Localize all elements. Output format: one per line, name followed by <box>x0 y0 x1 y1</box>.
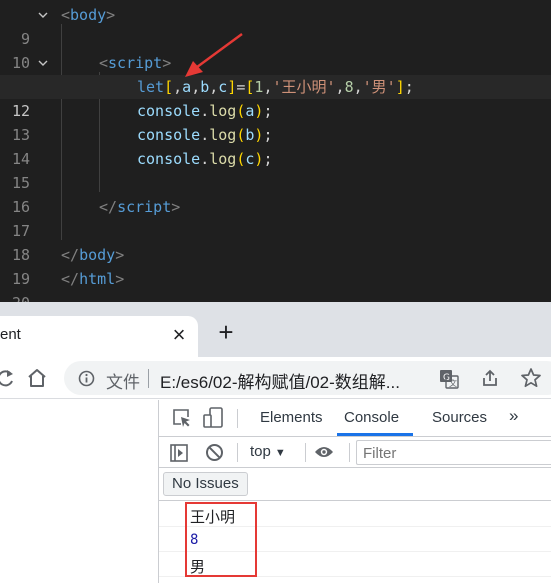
tag-name: html <box>79 270 116 288</box>
tab-sources[interactable]: Sources <box>432 400 487 436</box>
browser-tab[interactable]: ent × <box>0 316 198 357</box>
devtools-tab-bar: Elements Console Sources » <box>159 400 551 437</box>
tab-elements[interactable]: Elements <box>260 400 323 436</box>
tab-title: ent <box>0 326 21 343</box>
context-value: top <box>250 443 271 460</box>
divider <box>305 443 306 462</box>
code-line: 20 </html> <box>0 267 551 302</box>
browser-tab-strip: ent × + <box>0 302 551 357</box>
tag-name: body <box>70 6 107 24</box>
code-line: 16 <box>0 171 551 216</box>
browser-toolbar: 文件 E:/es6/02-解构赋值/02-数组解... G文 <box>0 357 551 399</box>
bookmark-star-icon[interactable] <box>520 367 542 394</box>
issues-bar: No Issues <box>159 468 551 501</box>
context-select[interactable]: top ▼ <box>250 443 286 463</box>
address-bar[interactable]: 文件 E:/es6/02-解构赋值/02-数组解... G文 <box>64 361 551 395</box>
fold-chevron-icon[interactable] <box>38 10 48 19</box>
home-icon[interactable] <box>26 367 48 394</box>
code-editor[interactable]: 9 <body> 10 11 <script> 12 let[,a,b,c]=[… <box>0 0 551 302</box>
svg-text:文: 文 <box>449 378 457 388</box>
console-message: 王小明 <box>159 502 551 527</box>
string-literal: '男' <box>362 78 396 96</box>
divider <box>148 369 149 388</box>
live-expression-eye-icon[interactable] <box>314 445 334 464</box>
string-literal: '王小明' <box>272 78 336 96</box>
tag-name: script <box>117 198 172 216</box>
console-message: 8 <box>159 527 551 552</box>
number-literal: 8 <box>344 78 354 96</box>
tab-close-icon[interactable]: × <box>168 324 190 346</box>
fold-chevron-icon[interactable] <box>38 58 48 67</box>
code-line: 11 <script> <box>0 51 551 96</box>
info-icon[interactable] <box>78 370 95 392</box>
code-line-current: 12 let[,a,b,c]=[1,'王小明',8,'男']; <box>0 75 551 120</box>
console-sidebar-icon[interactable] <box>170 444 188 467</box>
code-line: 19 </body> <box>0 243 551 288</box>
inspect-element-icon[interactable] <box>172 408 192 433</box>
active-tab-indicator <box>337 433 413 436</box>
device-toolbar-icon[interactable] <box>203 407 225 434</box>
code-line: 15 console.log(c); <box>0 147 551 192</box>
code-line: 9 <body> <box>0 3 551 48</box>
code-line: 17 </script> <box>0 195 551 240</box>
url-scheme-label: 文件 <box>106 373 140 392</box>
issues-button[interactable]: No Issues <box>163 472 248 496</box>
console-filter-input[interactable] <box>356 440 551 465</box>
console-message: 男 <box>159 552 551 577</box>
code-line: 13 console.log(a); <box>0 99 551 144</box>
reload-icon[interactable] <box>0 368 16 395</box>
tag-name: body <box>79 246 116 264</box>
clear-console-icon[interactable] <box>205 443 224 467</box>
console-message-text: 王小明 <box>190 508 236 526</box>
annotation-arrow-icon <box>185 33 243 77</box>
divider <box>237 409 238 428</box>
code-line: 18 <box>0 219 551 264</box>
more-tabs-chevron-icon[interactable]: » <box>509 406 518 426</box>
share-icon[interactable] <box>480 368 500 393</box>
divider <box>349 443 350 462</box>
console-message-text: 男 <box>190 558 206 576</box>
keyword: let <box>137 78 165 96</box>
code-line: 14 console.log(b); <box>0 123 551 168</box>
console-toolbar: top ▼ <box>159 437 551 468</box>
console-message-text: 8 <box>190 532 199 548</box>
dropdown-caret-icon: ▼ <box>274 447 286 459</box>
code-line: 10 <box>0 27 551 72</box>
line-number: 20 <box>0 291 30 302</box>
devtools-panel: Elements Console Sources » top▼ No Issue… <box>158 400 551 583</box>
tab-console[interactable]: Console <box>344 400 399 436</box>
url-text[interactable]: E:/es6/02-解构赋值/02-数组解... <box>160 368 400 393</box>
translate-icon[interactable]: G文 <box>439 369 459 394</box>
tag-name: script <box>108 54 163 72</box>
divider <box>237 443 238 462</box>
new-tab-button[interactable]: + <box>214 319 238 345</box>
page-viewport <box>0 400 158 583</box>
